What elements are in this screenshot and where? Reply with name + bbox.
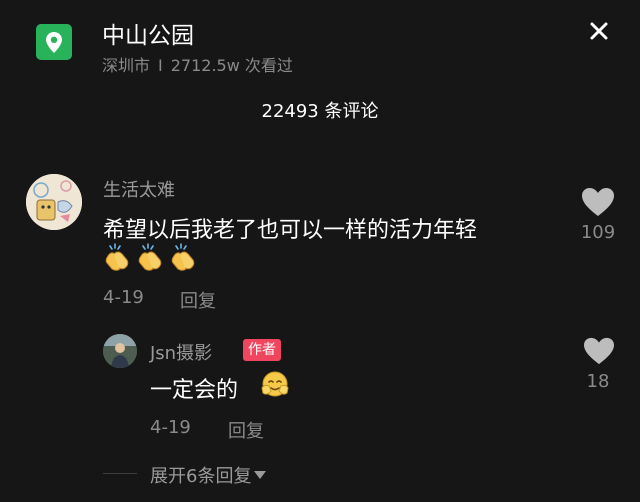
view-count: 2712.5w 次看过 [170, 56, 293, 75]
place-title[interactable]: 中山公园 [102, 16, 194, 50]
close-icon [590, 22, 608, 40]
comment-count-title: 22493 条评论 [261, 101, 379, 122]
like-count: 18 [586, 371, 610, 392]
author-badge: 作者 [243, 339, 281, 361]
avatar[interactable] [26, 174, 82, 230]
reply-text: 一定会的 [150, 378, 239, 403]
reply-button[interactable]: 回复 [180, 287, 216, 313]
heart-icon [582, 188, 614, 216]
place-subtitle: 深圳市 I 2712.5w 次看过 [102, 52, 293, 76]
clapping-hands-icon [136, 242, 166, 272]
clapping-hands-icon [169, 242, 199, 272]
caret-down-icon [254, 471, 267, 479]
reply-date: 4-19 [150, 417, 191, 438]
smiling-face-icon [259, 368, 291, 400]
comment-emojis [103, 242, 202, 276]
heart-icon [584, 337, 614, 365]
like-button[interactable] [582, 336, 616, 366]
clapping-hands-icon [103, 242, 133, 272]
like-count: 109 [580, 222, 616, 243]
like-button[interactable] [580, 186, 616, 218]
expand-replies-button[interactable]: 展开6条回复 [150, 462, 267, 488]
comment-text: 希望以后我老了也可以一样的活力年轻 [103, 218, 478, 243]
reply-username[interactable]: Jsn摄影 [150, 339, 212, 365]
location-pin-icon [36, 24, 72, 60]
comment-username[interactable]: 生活太难 [103, 176, 175, 202]
expand-replies-label: 展开6条回复 [150, 466, 252, 487]
subtitle-separator: I [158, 56, 163, 75]
city-label: 深圳市 [102, 56, 151, 75]
divider [103, 473, 137, 474]
reply-button[interactable]: 回复 [228, 417, 264, 443]
comment-date: 4-19 [103, 287, 144, 308]
close-button[interactable] [582, 14, 616, 48]
avatar[interactable] [103, 334, 137, 368]
